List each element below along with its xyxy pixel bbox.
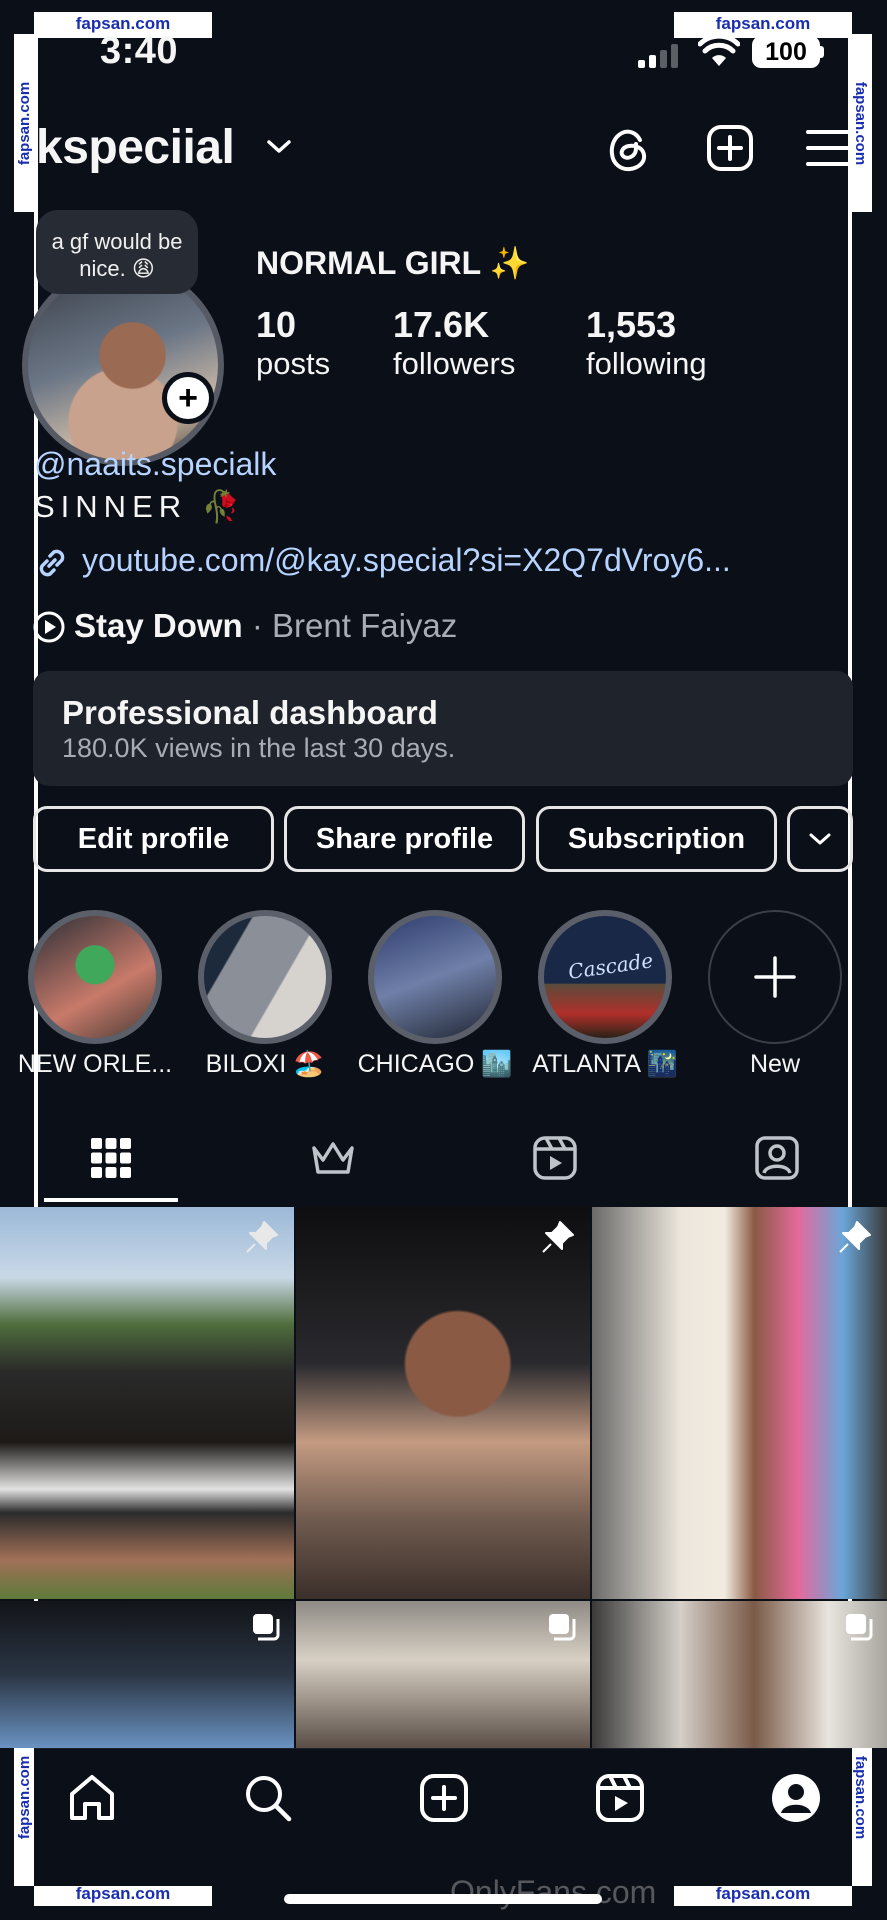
profile-website-link[interactable]: youtube.com/@kay.special?si=X2Q7dVroy6..… [82,542,731,579]
home-indicator[interactable] [284,1894,602,1904]
plus-square-icon[interactable] [706,124,754,172]
highlight-label: NEW ORLE... [17,1050,173,1078]
watermark-left-top: fapsan.com [14,34,36,212]
post-thumbnail[interactable] [296,1601,590,1748]
multiple-photos-icon [549,1614,576,1641]
profile-mention-link[interactable]: @naaits.specialk [34,446,276,483]
highlight-label: New [749,1050,800,1078]
stat-followers-value: 17.6K [393,304,490,345]
dashboard-title: Professional dashboard [62,694,438,731]
stat-following[interactable]: 1,553 following [586,304,707,382]
post-thumbnail[interactable] [296,1207,590,1599]
menu-icon[interactable] [806,128,850,168]
multiple-photos-icon [846,1614,873,1641]
active-tab-indicator [44,1198,178,1202]
post-thumbnail[interactable] [0,1601,294,1748]
nav-reels[interactable] [592,1770,648,1826]
avatar[interactable] [22,264,224,466]
suggested-accounts-button[interactable] [787,806,853,872]
nav-search[interactable] [240,1770,296,1826]
status-time: 3:40 [100,30,179,72]
stat-followers-label: followers [393,346,516,381]
profile-note[interactable]: a gf would be nice. 😩 [36,210,198,294]
display-name: NORMAL GIRL ✨ [256,245,530,281]
highlight-label: ATLANTA 🌃 [532,1050,678,1078]
post-thumbnail[interactable] [592,1207,887,1599]
watermark-right-top: fapsan.com [850,34,872,212]
stat-posts-label: posts [256,346,331,381]
profile-music[interactable]: Stay Down · Brent Faiyaz [74,607,457,645]
share-profile-button[interactable]: Share profile [284,806,525,872]
watermark-mask-top [212,0,674,40]
highlight-cover-2[interactable] [198,910,332,1044]
plus-icon [754,956,796,998]
tab-reels[interactable] [527,1130,583,1186]
highlight-cover-1[interactable] [28,910,162,1044]
profile-bio: SINNER 🥀 [34,489,247,524]
battery-tip [820,46,824,58]
chevron-down-icon[interactable] [266,138,292,156]
nav-home[interactable] [64,1770,120,1826]
reels-icon [596,1774,644,1822]
new-highlight-button[interactable] [708,910,842,1044]
tab-subscriptions[interactable] [305,1130,361,1186]
chevron-down-icon [809,833,831,845]
reels-icon [533,1136,577,1180]
profile-username[interactable]: kspeciial [36,120,235,175]
music-artist: Brent Faiyaz [272,607,458,644]
highlight-cover-3[interactable] [368,910,502,1044]
pin-icon [839,1221,871,1253]
overlay-watermark-text: OnlyFans.com [450,1874,657,1910]
stat-followers[interactable]: 17.6K followers [393,304,515,382]
stat-following-value: 1,553 [586,304,677,345]
stat-following-label: following [586,346,707,381]
post-thumbnail[interactable] [592,1601,887,1748]
stat-posts-value: 10 [256,304,297,345]
create-icon [420,1774,468,1822]
home-icon [70,1775,114,1820]
post-thumbnail[interactable] [0,1207,294,1599]
subscription-button[interactable]: Subscription [536,806,777,872]
edit-profile-button[interactable]: Edit profile [33,806,274,872]
search-icon [246,1776,292,1822]
pin-icon [246,1221,278,1253]
highlight-cover-4[interactable]: Cascade [538,910,672,1044]
highlight-cover-text: Cascade [566,948,655,984]
crown-icon [312,1142,354,1174]
highlight-label: CHICAGO 🏙️ [357,1050,513,1078]
watermark-top-right: fapsan.com [674,12,852,36]
cellular-signal-icon [638,44,678,68]
multiple-photos-icon [253,1614,280,1641]
music-title: Stay Down [74,607,243,644]
highlight-label: BILOXI 🏖️ [205,1050,325,1078]
tagged-icon [755,1136,799,1180]
music-separator: · [251,607,263,644]
tab-tagged[interactable] [749,1130,805,1186]
grid-icon [91,1138,131,1178]
nav-create[interactable] [416,1770,472,1826]
dashboard-subtitle: 180.0K views in the last 30 days. [62,733,456,763]
wifi-icon [698,36,740,66]
tab-grid[interactable] [83,1130,139,1186]
threads-icon[interactable] [606,124,652,174]
play-circle-icon [33,611,65,643]
battery-indicator: 100 [752,36,820,68]
pin-icon [542,1221,574,1253]
nav-profile[interactable] [768,1770,824,1826]
stat-posts[interactable]: 10 posts [256,304,330,382]
link-icon [39,549,65,577]
profile-icon [772,1774,820,1822]
add-story-icon[interactable]: + [162,372,214,424]
